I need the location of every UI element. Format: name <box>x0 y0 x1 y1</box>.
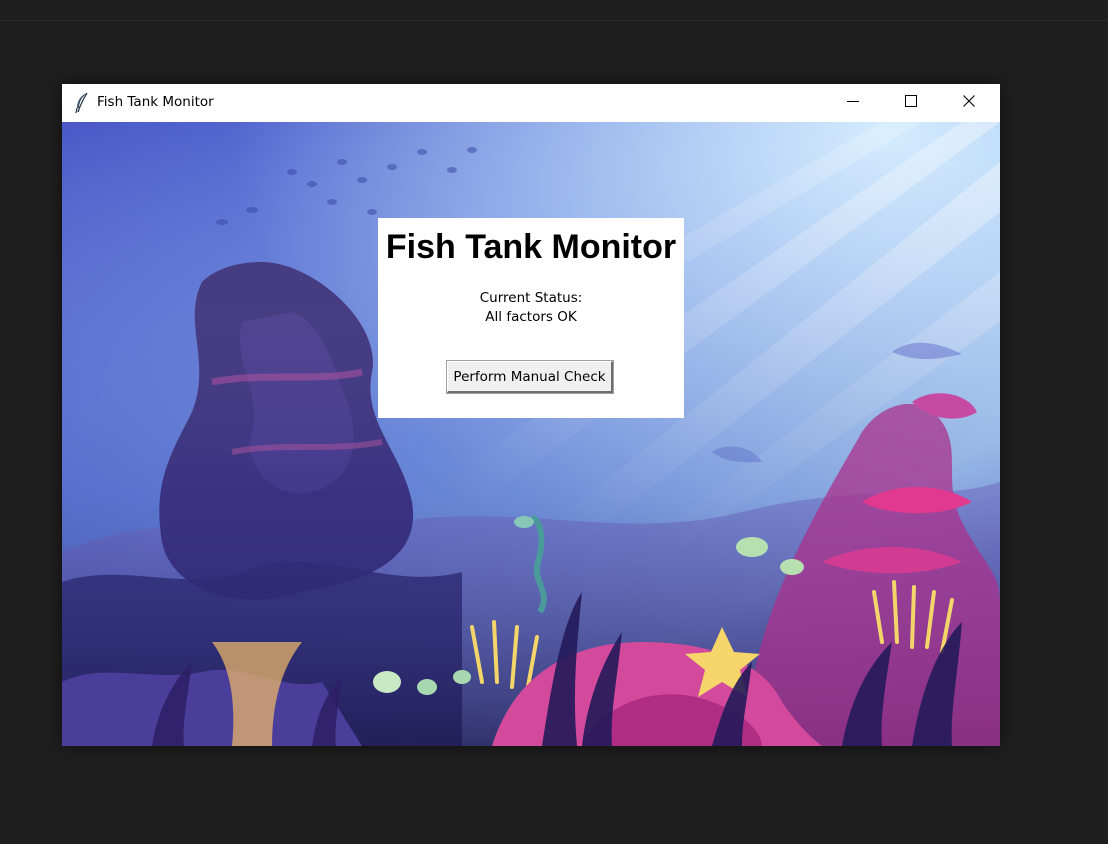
app-window: Fish Tank Monitor Fish Tank Monitor Curr… <box>62 84 1000 746</box>
status-label: Current Status: <box>479 290 583 306</box>
underwater-background-image <box>62 122 1000 746</box>
window-title: Fish Tank Monitor <box>97 94 214 110</box>
page-title: Fish Tank Monitor <box>385 228 677 266</box>
maximize-icon <box>905 94 917 112</box>
manual-check-button[interactable]: Perform Manual Check <box>446 360 614 394</box>
minimize-icon <box>847 94 859 112</box>
window-client-area: Fish Tank Monitor Current Status: All fa… <box>62 122 1000 746</box>
close-button[interactable] <box>940 84 998 122</box>
title-bar[interactable]: Fish Tank Monitor <box>62 84 1000 122</box>
minimize-button[interactable] <box>824 84 882 122</box>
status-value: All factors OK <box>485 309 577 325</box>
desktop-top-bar <box>0 0 1108 21</box>
close-icon <box>963 94 975 112</box>
maximize-button[interactable] <box>882 84 940 122</box>
status-panel: Fish Tank Monitor Current Status: All fa… <box>378 218 684 418</box>
feather-icon <box>74 92 90 114</box>
